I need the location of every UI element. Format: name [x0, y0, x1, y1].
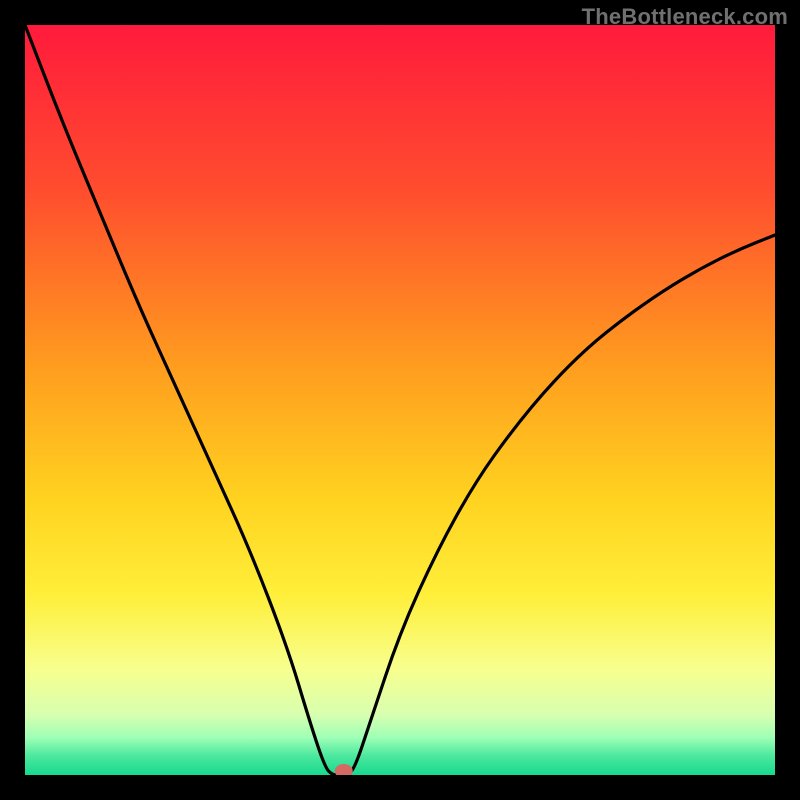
bottleneck-curve [25, 25, 775, 775]
watermark-text: TheBottleneck.com [582, 4, 788, 30]
plot-area [25, 25, 775, 775]
optimal-point-marker [335, 764, 353, 775]
chart-frame: TheBottleneck.com [0, 0, 800, 800]
